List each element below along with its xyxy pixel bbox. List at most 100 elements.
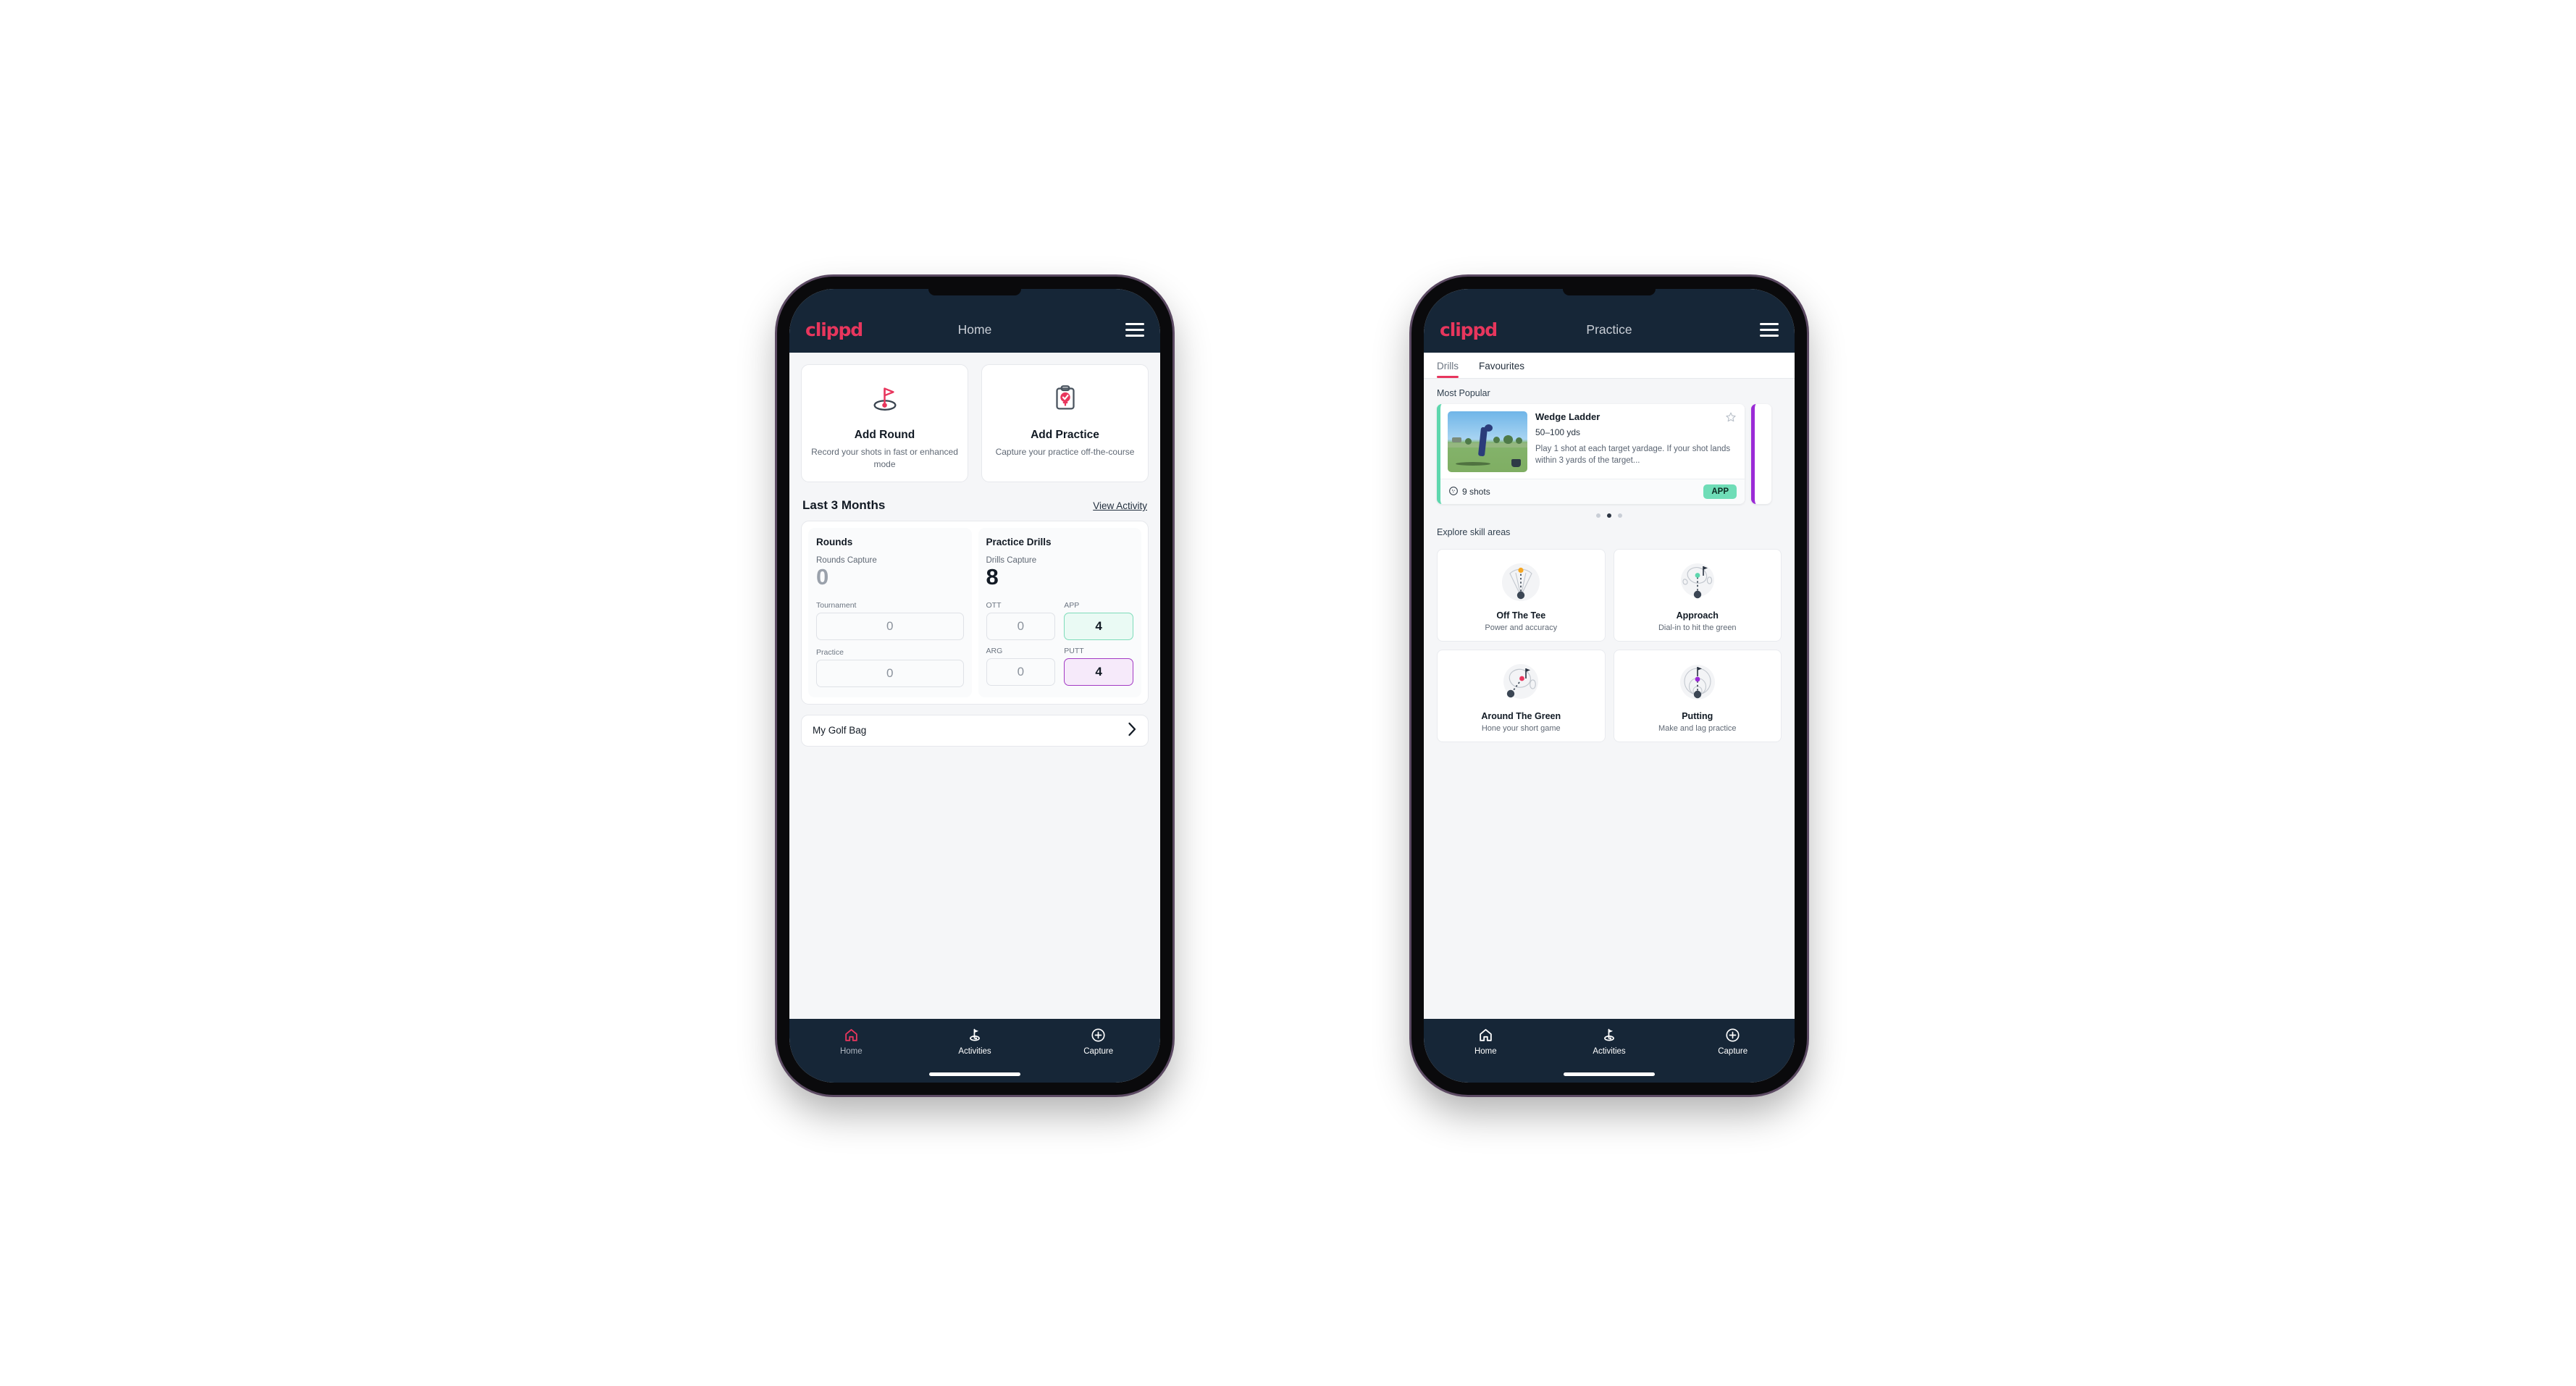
nav-item-activities[interactable]: Activities (1548, 1027, 1671, 1056)
phone1-content: Add Round Record your shots in fast or e… (789, 353, 1160, 1019)
ott-label: OTT (986, 600, 1002, 610)
around-the-green-icon (1443, 660, 1599, 706)
nav-item-capture[interactable]: Capture (1036, 1027, 1160, 1056)
phone1-screen: clippd Home Add Round Record your shots … (789, 289, 1160, 1083)
quick-actions-row: Add Round Record your shots in fast or e… (789, 353, 1160, 483)
golf-flag-icon (808, 377, 961, 419)
arg-value[interactable]: 0 (986, 658, 1056, 686)
tab-drills[interactable]: Drills (1437, 353, 1467, 378)
nav-label-home: Home (1474, 1047, 1497, 1056)
bottom-navigation-bar: Home Activities Capture (1424, 1019, 1795, 1083)
drill-card-next-peek[interactable] (1751, 404, 1771, 504)
hamburger-icon[interactable] (1760, 322, 1779, 337)
putt-label: PUTT (1064, 646, 1084, 655)
add-practice-subtitle: Capture your practice off-the-course (995, 447, 1135, 457)
skill-title: Approach (1676, 610, 1719, 621)
phone2-screen: clippd Practice Drills Favourites Most P… (1424, 289, 1795, 1083)
skill-subtitle: Make and lag practice (1658, 724, 1737, 733)
my-golf-bag-label: My Golf Bag (813, 725, 867, 736)
phone-mockup-practice: clippd Practice Drills Favourites Most P… (1411, 277, 1807, 1095)
skill-subtitle: Dial-in to hit the green (1658, 623, 1737, 632)
drill-card-wedge-ladder[interactable]: Wedge Ladder 50–100 yds Play 1 shot at e… (1437, 404, 1745, 504)
skill-card-off-the-tee[interactable]: Off The Tee Power and accuracy (1437, 549, 1606, 642)
add-round-card[interactable]: Add Round Record your shots in fast or e… (801, 364, 968, 483)
section-title: Last 3 Months (802, 498, 886, 513)
nav-item-home[interactable]: Home (1424, 1027, 1548, 1056)
drill-shots-label: 9 shots (1462, 487, 1490, 497)
skill-card-around-the-green[interactable]: Around The Green Hone your short game (1437, 650, 1606, 742)
clippd-logo[interactable]: clippd (805, 319, 863, 340)
drills-capture-value: 8 (986, 564, 999, 590)
off-the-tee-icon (1443, 559, 1599, 605)
drill-title-row: Wedge Ladder (1535, 411, 1737, 426)
home-indicator (1564, 1072, 1655, 1076)
skill-areas-grid: Off The Tee Power and accuracy Approach … (1424, 543, 1795, 742)
golf-ball-icon (1448, 486, 1459, 498)
skill-card-putting[interactable]: Putting Make and lag practice (1613, 650, 1782, 742)
carousel-dot[interactable] (1618, 513, 1622, 518)
nav-label-capture: Capture (1083, 1047, 1114, 1056)
drill-category-badge: APP (1703, 484, 1737, 499)
my-golf-bag-row[interactable]: My Golf Bag (801, 714, 1149, 747)
nav-item-activities[interactable]: Activities (913, 1027, 1037, 1056)
ott-value[interactable]: 0 (986, 612, 1056, 640)
phone-mockup-home: clippd Home Add Round Record your shots … (777, 277, 1172, 1095)
rounds-fields: Tournament 0 Practice 0 (816, 601, 964, 687)
tournament-group: Tournament 0 (816, 601, 964, 640)
add-round-subtitle: Record your shots in fast or enhanced mo… (811, 447, 958, 469)
drill-card-footer: 9 shots APP (1440, 479, 1745, 504)
practice-drills-column: Practice Drills Drills Capture 8 OTT 0 A… (978, 528, 1141, 697)
phone-notch (1563, 289, 1656, 295)
add-practice-title: Add Practice (1031, 429, 1099, 441)
screenshot-canvas: clippd Home Add Round Record your shots … (0, 0, 2576, 1386)
nav-item-capture[interactable]: Capture (1671, 1027, 1795, 1056)
nav-label-activities: Activities (1593, 1047, 1626, 1056)
nav-label-activities: Activities (958, 1047, 991, 1056)
drill-thumbnail (1448, 411, 1527, 472)
drill-title: Wedge Ladder (1535, 411, 1600, 422)
skill-title: Off The Tee (1496, 610, 1546, 621)
carousel-dot-active[interactable] (1607, 513, 1611, 518)
app-bar: clippd Home (789, 289, 1160, 353)
tab-favourites[interactable]: Favourites (1479, 353, 1533, 378)
practice-group: Practice 0 (816, 648, 964, 687)
tab-bar: Drills Favourites (1424, 353, 1795, 379)
explore-skill-areas-label: Explore skill areas (1437, 527, 1511, 537)
practice-value[interactable]: 0 (816, 659, 964, 687)
phone2-content: Most Popular Wedge Ladder 50–100 yds Pla… (1424, 379, 1795, 1019)
nav-label-capture: Capture (1718, 1047, 1748, 1056)
putt-value[interactable]: 4 (1064, 658, 1133, 686)
hamburger-icon[interactable] (1125, 322, 1144, 337)
clippd-logo[interactable]: clippd (1440, 319, 1498, 340)
drill-category-grid: OTT 0 APP 4 ARG 0 PUTT 4 (986, 600, 1133, 686)
phone-notch (928, 289, 1021, 295)
rounds-capture-value: 0 (816, 564, 829, 590)
nav-item-home[interactable]: Home (789, 1027, 913, 1056)
approach-icon (1620, 559, 1776, 605)
app-group: APP 4 (1064, 601, 1133, 640)
tournament-value[interactable]: 0 (816, 612, 964, 640)
putt-group: PUTT 4 (1064, 647, 1133, 686)
star-outline-icon[interactable] (1725, 411, 1737, 426)
app-value[interactable]: 4 (1064, 612, 1133, 640)
nav-label-home: Home (839, 1047, 863, 1056)
arg-group: ARG 0 (986, 647, 1056, 686)
golf-flag-icon (1601, 1027, 1617, 1043)
home-indicator (929, 1072, 1020, 1076)
add-round-title: Add Round (854, 429, 915, 441)
last-3-months-header: Last 3 Months View Activity (789, 482, 1160, 521)
skill-title: Around The Green (1481, 711, 1561, 721)
carousel-dot[interactable] (1596, 513, 1600, 518)
clipboard-check-icon (989, 377, 1141, 419)
view-activity-link[interactable]: View Activity (1093, 500, 1147, 511)
add-practice-card[interactable]: Add Practice Capture your practice off-t… (981, 364, 1149, 483)
drill-yardage: 50–100 yds (1535, 427, 1581, 437)
app-label: APP (1064, 600, 1080, 610)
skill-card-approach[interactable]: Approach Dial-in to hit the green (1613, 549, 1782, 642)
drill-shots: 9 shots (1448, 486, 1490, 498)
most-popular-label: Most Popular (1437, 388, 1490, 398)
practice-label: Practice (816, 647, 844, 657)
stats-card: Rounds Rounds Capture 0 Tournament 0 Pra… (801, 521, 1149, 705)
drill-carousel[interactable]: Wedge Ladder 50–100 yds Play 1 shot at e… (1424, 404, 1795, 504)
home-icon (844, 1027, 859, 1043)
